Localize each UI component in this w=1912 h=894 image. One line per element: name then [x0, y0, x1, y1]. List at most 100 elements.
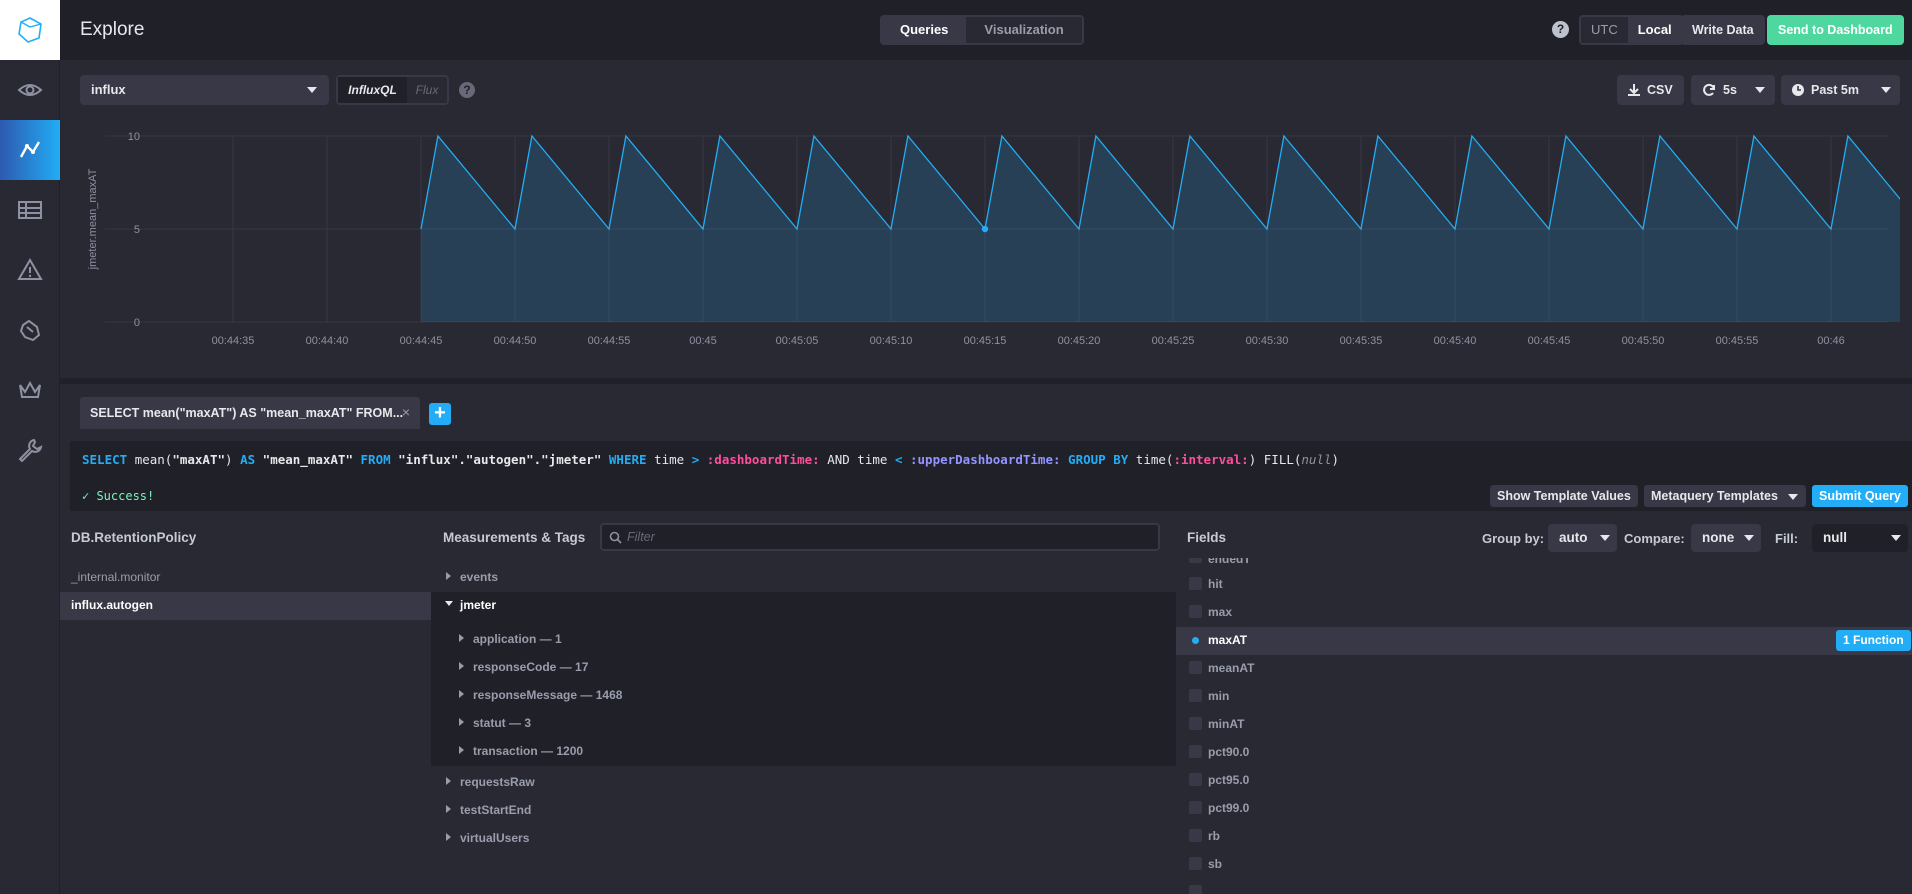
measurement-item[interactable]: testStartEnd [460, 803, 531, 817]
caret-right-icon[interactable] [459, 746, 464, 754]
caret-right-icon[interactable] [459, 718, 464, 726]
query-text[interactable]: SELECT mean("maxAT") AS "mean_maxAT" FRO… [82, 452, 1339, 467]
caret-right-icon[interactable] [446, 833, 451, 841]
field-item[interactable]: pct99.0 [1208, 801, 1249, 815]
table-icon[interactable] [0, 180, 60, 240]
mode-tabs: Queries Visualization [880, 15, 1084, 45]
help-icon[interactable]: ? [459, 82, 475, 98]
wrench-icon[interactable] [0, 420, 60, 480]
field-checkbox[interactable] [1189, 661, 1202, 674]
x-tick-label: 00:45:15 [964, 335, 1007, 347]
db-item[interactable]: _internal.monitor [71, 570, 160, 584]
caret-down-icon[interactable] [445, 601, 453, 606]
field-item[interactable]: meanAT [1208, 661, 1254, 675]
measurement-expanded-bg [431, 592, 1176, 766]
field-checkbox[interactable] [1189, 885, 1202, 894]
resize-divider[interactable] [60, 378, 1912, 384]
function-badge-button[interactable]: 1 Function [1836, 630, 1911, 651]
caret-right-icon[interactable] [459, 662, 464, 670]
eye-icon[interactable] [0, 60, 60, 120]
help-icon[interactable]: ? [1552, 21, 1569, 38]
field-item[interactable]: min [1208, 689, 1229, 703]
measurement-item[interactable]: jmeter [460, 598, 496, 612]
tag-item[interactable]: responseMessage — 1468 [473, 688, 622, 702]
field-checkbox[interactable] [1189, 689, 1202, 702]
field-item[interactable]: endedT [1208, 558, 1251, 566]
filter-input[interactable]: Filter [600, 523, 1160, 551]
crown-icon[interactable] [0, 360, 60, 420]
x-tick-label: 00:44:45 [400, 335, 443, 347]
field-checkbox[interactable] [1189, 773, 1202, 786]
csv-download-button[interactable]: CSV [1617, 75, 1684, 105]
timezone-local[interactable]: Local [1627, 17, 1682, 43]
add-query-button[interactable]: + [429, 403, 451, 425]
caret-right-icon[interactable] [459, 634, 464, 642]
field-checkbox[interactable] [1189, 829, 1202, 842]
x-tick-label: 00:45:45 [1528, 335, 1571, 347]
write-data-button[interactable]: Write Data [1681, 15, 1765, 45]
lang-influxql[interactable]: InfluxQL [338, 77, 407, 103]
refresh-dropdown[interactable]: 5s [1691, 75, 1775, 105]
close-icon[interactable]: × [402, 404, 410, 420]
line-graph[interactable]: 10 5 0 00:44:35 00:44:40 00:44:45 00:44:50 00:4… [80, 119, 1900, 359]
db-item[interactable]: influx.autogen [71, 598, 153, 612]
influxdb-logo-icon[interactable] [0, 0, 60, 60]
hand-icon[interactable] [0, 300, 60, 360]
x-tick-label: 00:45:40 [1434, 335, 1477, 347]
measurement-item[interactable]: events [460, 570, 498, 584]
graph-icon[interactable] [0, 120, 60, 180]
refresh-icon [1703, 83, 1715, 96]
field-checkbox[interactable] [1189, 577, 1202, 590]
field-checkbox[interactable] [1189, 745, 1202, 758]
tab-queries[interactable]: Queries [882, 17, 967, 43]
field-item[interactable]: pct95.0 [1208, 773, 1249, 787]
query-token: :dashboardTime: [706, 452, 820, 467]
field-item[interactable]: pct90.0 [1208, 745, 1249, 759]
query-token: SELECT [82, 452, 128, 467]
fill-dropdown[interactable]: null [1812, 524, 1908, 552]
field-checkbox[interactable] [1189, 857, 1202, 870]
metaquery-templates-dropdown[interactable]: Metaquery Templates [1644, 485, 1806, 507]
submit-query-button[interactable]: Submit Query [1812, 485, 1908, 507]
field-item[interactable]: hit [1208, 577, 1223, 591]
field-checkbox[interactable] [1189, 558, 1202, 563]
query-tab[interactable]: SELECT mean("maxAT") AS "mean_maxAT" FRO… [80, 397, 420, 429]
timezone-toggle: UTC Local [1579, 15, 1684, 45]
caret-right-icon[interactable] [446, 572, 451, 580]
tag-item[interactable]: responseCode — 17 [473, 660, 588, 674]
query-token: ) [1248, 452, 1257, 467]
measurements-column-title: Measurements & Tags [443, 530, 586, 545]
caret-right-icon[interactable] [459, 690, 464, 698]
tag-item[interactable]: application — 1 [473, 632, 562, 646]
time-range-label: Past 5m [1811, 83, 1859, 97]
caret-right-icon[interactable] [446, 805, 451, 813]
field-checkbox-checked[interactable] [1189, 634, 1202, 647]
chevron-down-icon [1788, 494, 1798, 500]
compare-dropdown[interactable]: none [1691, 524, 1761, 552]
show-template-values-button[interactable]: Show Template Values [1490, 485, 1638, 507]
tag-item[interactable]: transaction — 1200 [473, 744, 583, 758]
field-item[interactable]: maxAT [1208, 633, 1247, 647]
lang-flux[interactable]: Flux [407, 77, 447, 103]
query-editor[interactable]: SELECT mean("maxAT") AS "mean_maxAT" FRO… [70, 441, 1912, 511]
timezone-utc[interactable]: UTC [1581, 17, 1628, 43]
time-range-dropdown[interactable]: Past 5m [1781, 75, 1900, 105]
db-column-title: DB.RetentionPolicy [71, 530, 197, 545]
caret-right-icon[interactable] [446, 777, 451, 785]
field-item[interactable]: sb [1208, 857, 1222, 871]
alert-icon[interactable] [0, 240, 60, 300]
field-item[interactable]: rb [1208, 829, 1220, 843]
field-checkbox[interactable] [1189, 801, 1202, 814]
tab-visualization[interactable]: Visualization [966, 17, 1082, 43]
measurement-item[interactable]: virtualUsers [460, 831, 529, 845]
field-item[interactable]: max [1208, 605, 1232, 619]
source-dropdown[interactable]: influx [80, 75, 329, 105]
tag-item[interactable]: statut — 3 [473, 716, 531, 730]
group-by-dropdown[interactable]: auto [1548, 524, 1617, 552]
field-item[interactable]: minAT [1208, 717, 1244, 731]
field-checkbox[interactable] [1189, 605, 1202, 618]
field-checkbox[interactable] [1189, 717, 1202, 730]
source-label: influx [91, 82, 126, 97]
measurement-item[interactable]: requestsRaw [460, 775, 535, 789]
send-to-dashboard-button[interactable]: Send to Dashboard [1767, 15, 1904, 45]
